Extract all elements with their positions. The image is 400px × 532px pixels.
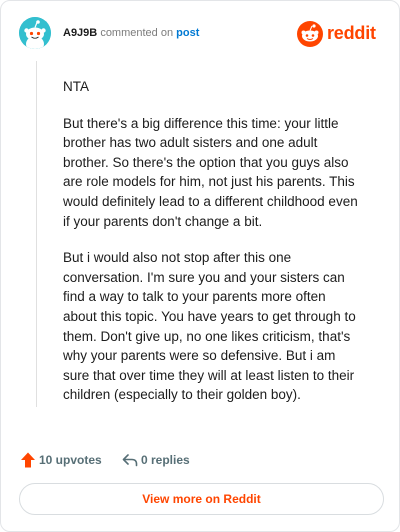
upvote-arrow-icon bbox=[19, 451, 37, 469]
comment-paragraph: But i would also not stop after this one… bbox=[63, 250, 356, 403]
reply-count: 0 replies bbox=[141, 453, 190, 467]
snoo-avatar-icon[interactable] bbox=[19, 17, 51, 49]
commented-on-text: commented on bbox=[100, 27, 174, 39]
reply-arrow-icon bbox=[121, 451, 139, 469]
comment-meta: A9J9B commented on post bbox=[63, 27, 199, 39]
comment-paragraph: NTA bbox=[63, 79, 89, 94]
thread-line bbox=[36, 61, 37, 407]
username-link[interactable]: A9J9B bbox=[63, 27, 97, 39]
reddit-comment-card: A9J9B commented on post reddit NTA But t… bbox=[0, 0, 400, 532]
upvote-button[interactable]: 10 upvotes bbox=[19, 449, 109, 471]
comment-paragraph: But there's a big difference this time: … bbox=[63, 115, 358, 229]
reddit-wordmark: reddit bbox=[327, 23, 376, 43]
upvote-count: 10 upvotes bbox=[39, 453, 102, 467]
reply-button[interactable]: 0 replies bbox=[121, 449, 201, 471]
post-link[interactable]: post bbox=[176, 27, 199, 39]
reddit-logo[interactable]: reddit bbox=[297, 21, 383, 49]
reddit-snoo-icon bbox=[297, 21, 323, 47]
comment-body: NTA But there's a big difference this ti… bbox=[63, 77, 363, 422]
comment-header: A9J9B commented on post reddit bbox=[19, 17, 383, 53]
view-more-on-reddit-button[interactable]: View more on Reddit bbox=[19, 483, 384, 515]
